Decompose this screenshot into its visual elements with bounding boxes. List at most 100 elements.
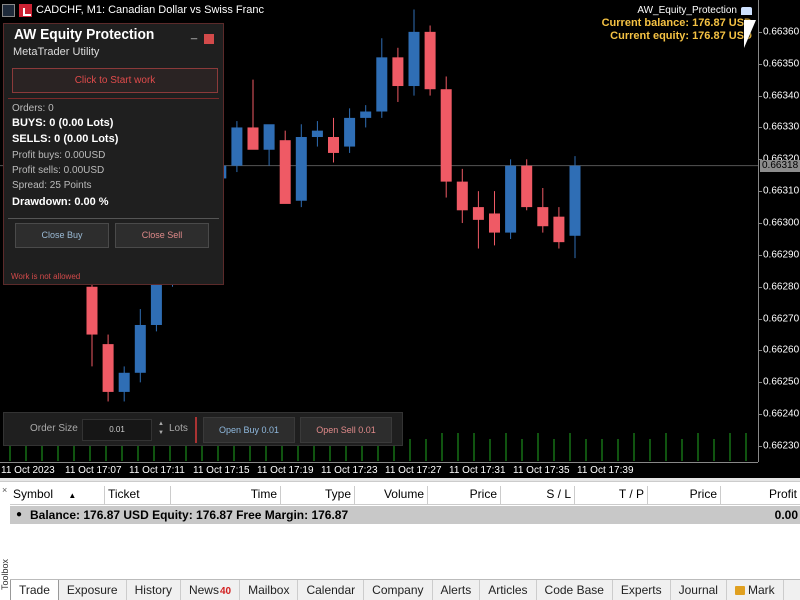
- status-text: Work is not allowed: [11, 272, 81, 281]
- candle-body: [150, 280, 162, 325]
- price-label: 0.66310: [763, 185, 800, 197]
- candle: [263, 124, 275, 166]
- time-label: 11 Oct 17:11: [129, 465, 185, 476]
- column-header[interactable]: S / L: [501, 486, 575, 505]
- chart-title: CADCHF, M1: Canadian Dollar vs Swiss Fra…: [36, 4, 265, 16]
- candle: [86, 277, 98, 367]
- tab-exposure[interactable]: Exposure: [59, 580, 127, 600]
- tab-trade[interactable]: Trade: [10, 580, 59, 600]
- time-label: 11 Oct 17:35: [513, 465, 570, 476]
- tab-calendar[interactable]: Calendar: [298, 580, 365, 600]
- price-label: 0.66260: [763, 344, 800, 356]
- price-tick: [759, 382, 762, 384]
- column-header[interactable]: Volume: [355, 486, 428, 505]
- price-label: 0.66340: [763, 90, 800, 102]
- ea-panel: AW Equity Protection MetaTrader Utility …: [3, 23, 224, 285]
- price-axis[interactable]: 0.663600.663500.663400.663300.663200.663…: [758, 0, 800, 462]
- candle: [328, 117, 339, 163]
- order-bar: Order Size 0.01 ▲ ▼ Lots Open Buy 0.01 Op…: [3, 412, 403, 446]
- price-label: 0.66270: [763, 313, 800, 325]
- order-size-input[interactable]: 0.01: [82, 419, 152, 441]
- order-size-stepper[interactable]: ▲ ▼: [158, 420, 166, 438]
- toolbox-splitter[interactable]: [0, 478, 800, 482]
- expert-hat-icon[interactable]: [741, 6, 752, 15]
- time-axis[interactable]: 11 Oct 2023 11 Oct 17:07 11 Oct 17:11 11 Oc…: [0, 462, 758, 478]
- column-header[interactable]: Profit: [721, 486, 800, 505]
- candle-body: [456, 181, 468, 211]
- price-label: 0.66240: [763, 408, 800, 420]
- candle: [456, 168, 468, 224]
- price-tick: [759, 223, 762, 225]
- price-label: 0.66230: [763, 440, 800, 452]
- candle-body: [279, 140, 291, 204]
- chart-type-icon: [19, 3, 32, 17]
- candle: [521, 159, 533, 211]
- candle: [247, 79, 259, 150]
- current-balance: Current balance: 176.87 USD: [601, 17, 752, 29]
- close-buy-button[interactable]: Close Buy: [15, 223, 109, 248]
- candle: [311, 121, 323, 147]
- price-tick: [759, 446, 762, 448]
- tab-history[interactable]: History: [127, 580, 181, 600]
- open-sell-button[interactable]: Open Sell 0.01: [300, 417, 392, 443]
- time-label: 11 Oct 17:27: [385, 465, 442, 476]
- candle-body: [472, 207, 484, 220]
- price-tick: [759, 63, 762, 65]
- close-icon[interactable]: ×: [2, 486, 10, 495]
- tab-label: History: [134, 583, 172, 597]
- time-label: 11 Oct 17:23: [321, 465, 378, 476]
- candle: [408, 9, 420, 96]
- column-header[interactable]: Symbol ▲: [10, 486, 105, 505]
- candle: [424, 25, 436, 96]
- candle: [295, 124, 307, 208]
- time-label: 11 Oct 17:07: [65, 465, 122, 476]
- tab-label: Mark: [747, 583, 775, 597]
- price-tick: [759, 191, 762, 193]
- candle-body: [86, 286, 98, 335]
- drawdown: Drawdown: 0.00 %: [12, 196, 109, 208]
- tab-experts[interactable]: Experts: [613, 580, 671, 600]
- close-sell-button[interactable]: Close Sell: [115, 223, 209, 248]
- candle-body: [360, 111, 372, 118]
- tab-code-base[interactable]: Code Base: [537, 580, 613, 600]
- open-buy-button[interactable]: Open Buy 0.01: [203, 417, 295, 443]
- column-header[interactable]: Time: [171, 486, 281, 505]
- tab-news[interactable]: News40: [181, 580, 241, 600]
- price-label: 0.66250: [763, 376, 800, 388]
- column-header[interactable]: Type: [281, 486, 355, 505]
- candle-body: [247, 127, 259, 150]
- time-label: 11 Oct 17:39: [577, 465, 634, 476]
- column-header[interactable]: Ticket: [105, 486, 171, 505]
- candle: [360, 105, 372, 128]
- price-label: 0.66360: [763, 26, 800, 38]
- minimize-icon[interactable]: _: [191, 29, 199, 40]
- tab-articles[interactable]: Articles: [480, 580, 537, 600]
- price-label: 0.66350: [763, 58, 800, 70]
- candle-body: [489, 213, 500, 233]
- candle-body: [311, 130, 323, 138]
- panel-subtitle: MetaTrader Utility: [13, 46, 100, 58]
- candle: [472, 191, 484, 249]
- tab-company[interactable]: Company: [364, 580, 433, 600]
- toolbox-tabs: Trade Exposure History News40 Mailbox Calenda…: [10, 579, 800, 600]
- news-count-badge: 40: [219, 586, 232, 597]
- column-header[interactable]: Price: [428, 486, 501, 505]
- candle: [344, 108, 356, 153]
- panel-title: AW Equity Protection: [14, 26, 155, 43]
- candle-body: [521, 165, 533, 208]
- price-tick: [759, 286, 762, 288]
- tab-mark[interactable]: Mark: [727, 580, 784, 600]
- tab-alerts[interactable]: Alerts: [433, 580, 481, 600]
- candle-body: [118, 372, 130, 392]
- balance-row[interactable]: ● Balance: 176.87 USD Equity: 176.87 Fre…: [10, 506, 800, 524]
- column-header[interactable]: Price: [648, 486, 721, 505]
- start-work-button[interactable]: Click to Start work: [12, 68, 218, 93]
- window-menu-icon[interactable]: [2, 3, 15, 17]
- tab-journal[interactable]: Journal: [671, 580, 727, 600]
- column-header[interactable]: T / P: [575, 486, 648, 505]
- time-label: 11 Oct 17:15: [193, 465, 250, 476]
- profit-sells: Profit sells: 0.00USD: [12, 165, 105, 176]
- tab-mailbox[interactable]: Mailbox: [240, 580, 299, 600]
- candle-body: [231, 127, 243, 166]
- close-icon[interactable]: [204, 34, 214, 44]
